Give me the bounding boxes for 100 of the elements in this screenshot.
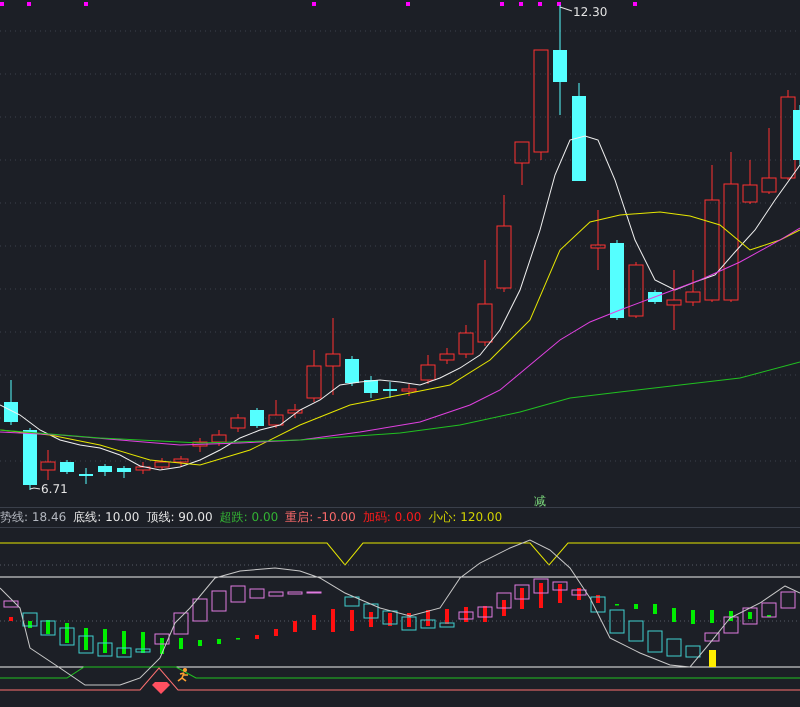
- diamond-icon: [152, 682, 170, 694]
- indicator-bar: [388, 613, 392, 626]
- candlestick: [628, 262, 644, 318]
- indicator-candle: [250, 588, 264, 598]
- indicator-bar: [160, 638, 164, 654]
- candlestick: [383, 382, 397, 398]
- indicator-candle: [136, 648, 150, 652]
- indicator-bar: [748, 612, 752, 619]
- candlestick: [514, 142, 530, 186]
- indicator-bar: [729, 611, 733, 621]
- indicator-candle: [420, 620, 436, 628]
- indicator-bar: [255, 635, 259, 639]
- candlestick: [420, 354, 436, 384]
- indicator-value: 势线: 18.46: [0, 509, 66, 526]
- indicator-bar: [709, 650, 716, 667]
- candlestick: [40, 450, 56, 480]
- candlestick: [192, 438, 208, 452]
- indicator-candle: [40, 620, 56, 636]
- indicator-value: 重启: -10.00: [285, 509, 356, 526]
- indicator-value: 小心: 120.00: [428, 509, 502, 526]
- indicator-bar: [558, 584, 562, 603]
- indicator-bar: [691, 610, 695, 624]
- indicator-candle: [78, 636, 94, 654]
- indicator-candle: [780, 592, 796, 608]
- indicator-candle: [212, 590, 226, 612]
- indicator-candle: [288, 592, 302, 594]
- indicator-candle: [402, 616, 416, 630]
- candlestick: [742, 160, 758, 204]
- indicator-candle: [4, 600, 18, 608]
- candlestick: [440, 348, 454, 364]
- indicator-bar: [28, 621, 32, 628]
- indicator-candle: [552, 582, 568, 590]
- candlestick: [268, 400, 284, 428]
- indicator-bar: [767, 615, 771, 616]
- indicator-candle: [230, 586, 246, 602]
- indicator-value: 顶线: 90.00: [146, 509, 213, 526]
- indicator-candle: [60, 628, 74, 646]
- candlestick: [666, 270, 682, 330]
- high-price-label: 12.30: [573, 5, 608, 19]
- indicator-candle: [98, 642, 112, 656]
- candlestick: [648, 290, 662, 304]
- candlestick: [98, 464, 112, 476]
- indicator-bar: [407, 613, 411, 627]
- indicator-bar: [634, 604, 638, 609]
- candlestick: [174, 456, 188, 466]
- indicator-bar: [65, 623, 69, 643]
- indicator-candle: [154, 634, 170, 644]
- candlestick: [212, 430, 226, 446]
- indicator-value: 加码: 0.00: [362, 509, 422, 526]
- candlestick: [402, 384, 416, 396]
- indicator-bar: [312, 615, 316, 630]
- indicator-bar: [615, 604, 619, 606]
- indicator-bar: [9, 617, 13, 621]
- candlestick: [345, 356, 359, 386]
- indicator-candle: [666, 638, 682, 656]
- candlestick: [79, 468, 93, 484]
- indicator-candle: [686, 646, 700, 658]
- indicator-candle: [572, 590, 586, 596]
- indicator-bar: [198, 640, 202, 646]
- candlestick: [762, 128, 776, 194]
- indicator-candle: [590, 596, 606, 612]
- indicator-bar: [274, 629, 278, 636]
- runner-icon: [177, 668, 189, 682]
- indicator-bar: [520, 588, 524, 609]
- candlestick: [590, 210, 606, 270]
- indicator-bar: [426, 610, 430, 626]
- indicator-bar: [539, 583, 543, 608]
- indicator-candle: [22, 612, 38, 626]
- indicator-bar: [350, 610, 354, 631]
- leader-line: [30, 487, 40, 490]
- indicator-bar: [84, 628, 88, 650]
- signal-label: 减: [534, 494, 546, 507]
- indicator-candle: [268, 592, 284, 596]
- indicator-bar: [103, 629, 107, 653]
- candlestick: [458, 324, 474, 358]
- candlestick: [306, 350, 322, 402]
- indicator-candle: [440, 622, 454, 628]
- candlestick: [23, 428, 37, 490]
- indicator-bar: [577, 588, 581, 600]
- indicator-bar: [141, 632, 145, 653]
- candlestick: [154, 458, 170, 470]
- indicator-bar: [217, 639, 221, 644]
- indicator-candle: [610, 610, 624, 634]
- indicator-bar: [672, 608, 676, 622]
- indicator-bar: [596, 595, 600, 603]
- indicator-bar: [236, 638, 240, 640]
- candlestick: [230, 414, 246, 432]
- leader-line: [560, 6, 572, 12]
- indicator-candle: [514, 584, 530, 600]
- indicator-bar: [46, 620, 50, 634]
- indicator-bar: [179, 638, 183, 649]
- indicator-candle: [306, 592, 322, 594]
- indicator-bar: [483, 606, 487, 622]
- indicator-candle: [762, 602, 776, 618]
- indicator-candle: [116, 648, 132, 658]
- indicator-bar: [464, 607, 468, 622]
- candlestick: [136, 462, 150, 474]
- candlestick: [288, 404, 302, 418]
- indicator-bar: [502, 600, 506, 616]
- indicator-candle: [534, 578, 548, 594]
